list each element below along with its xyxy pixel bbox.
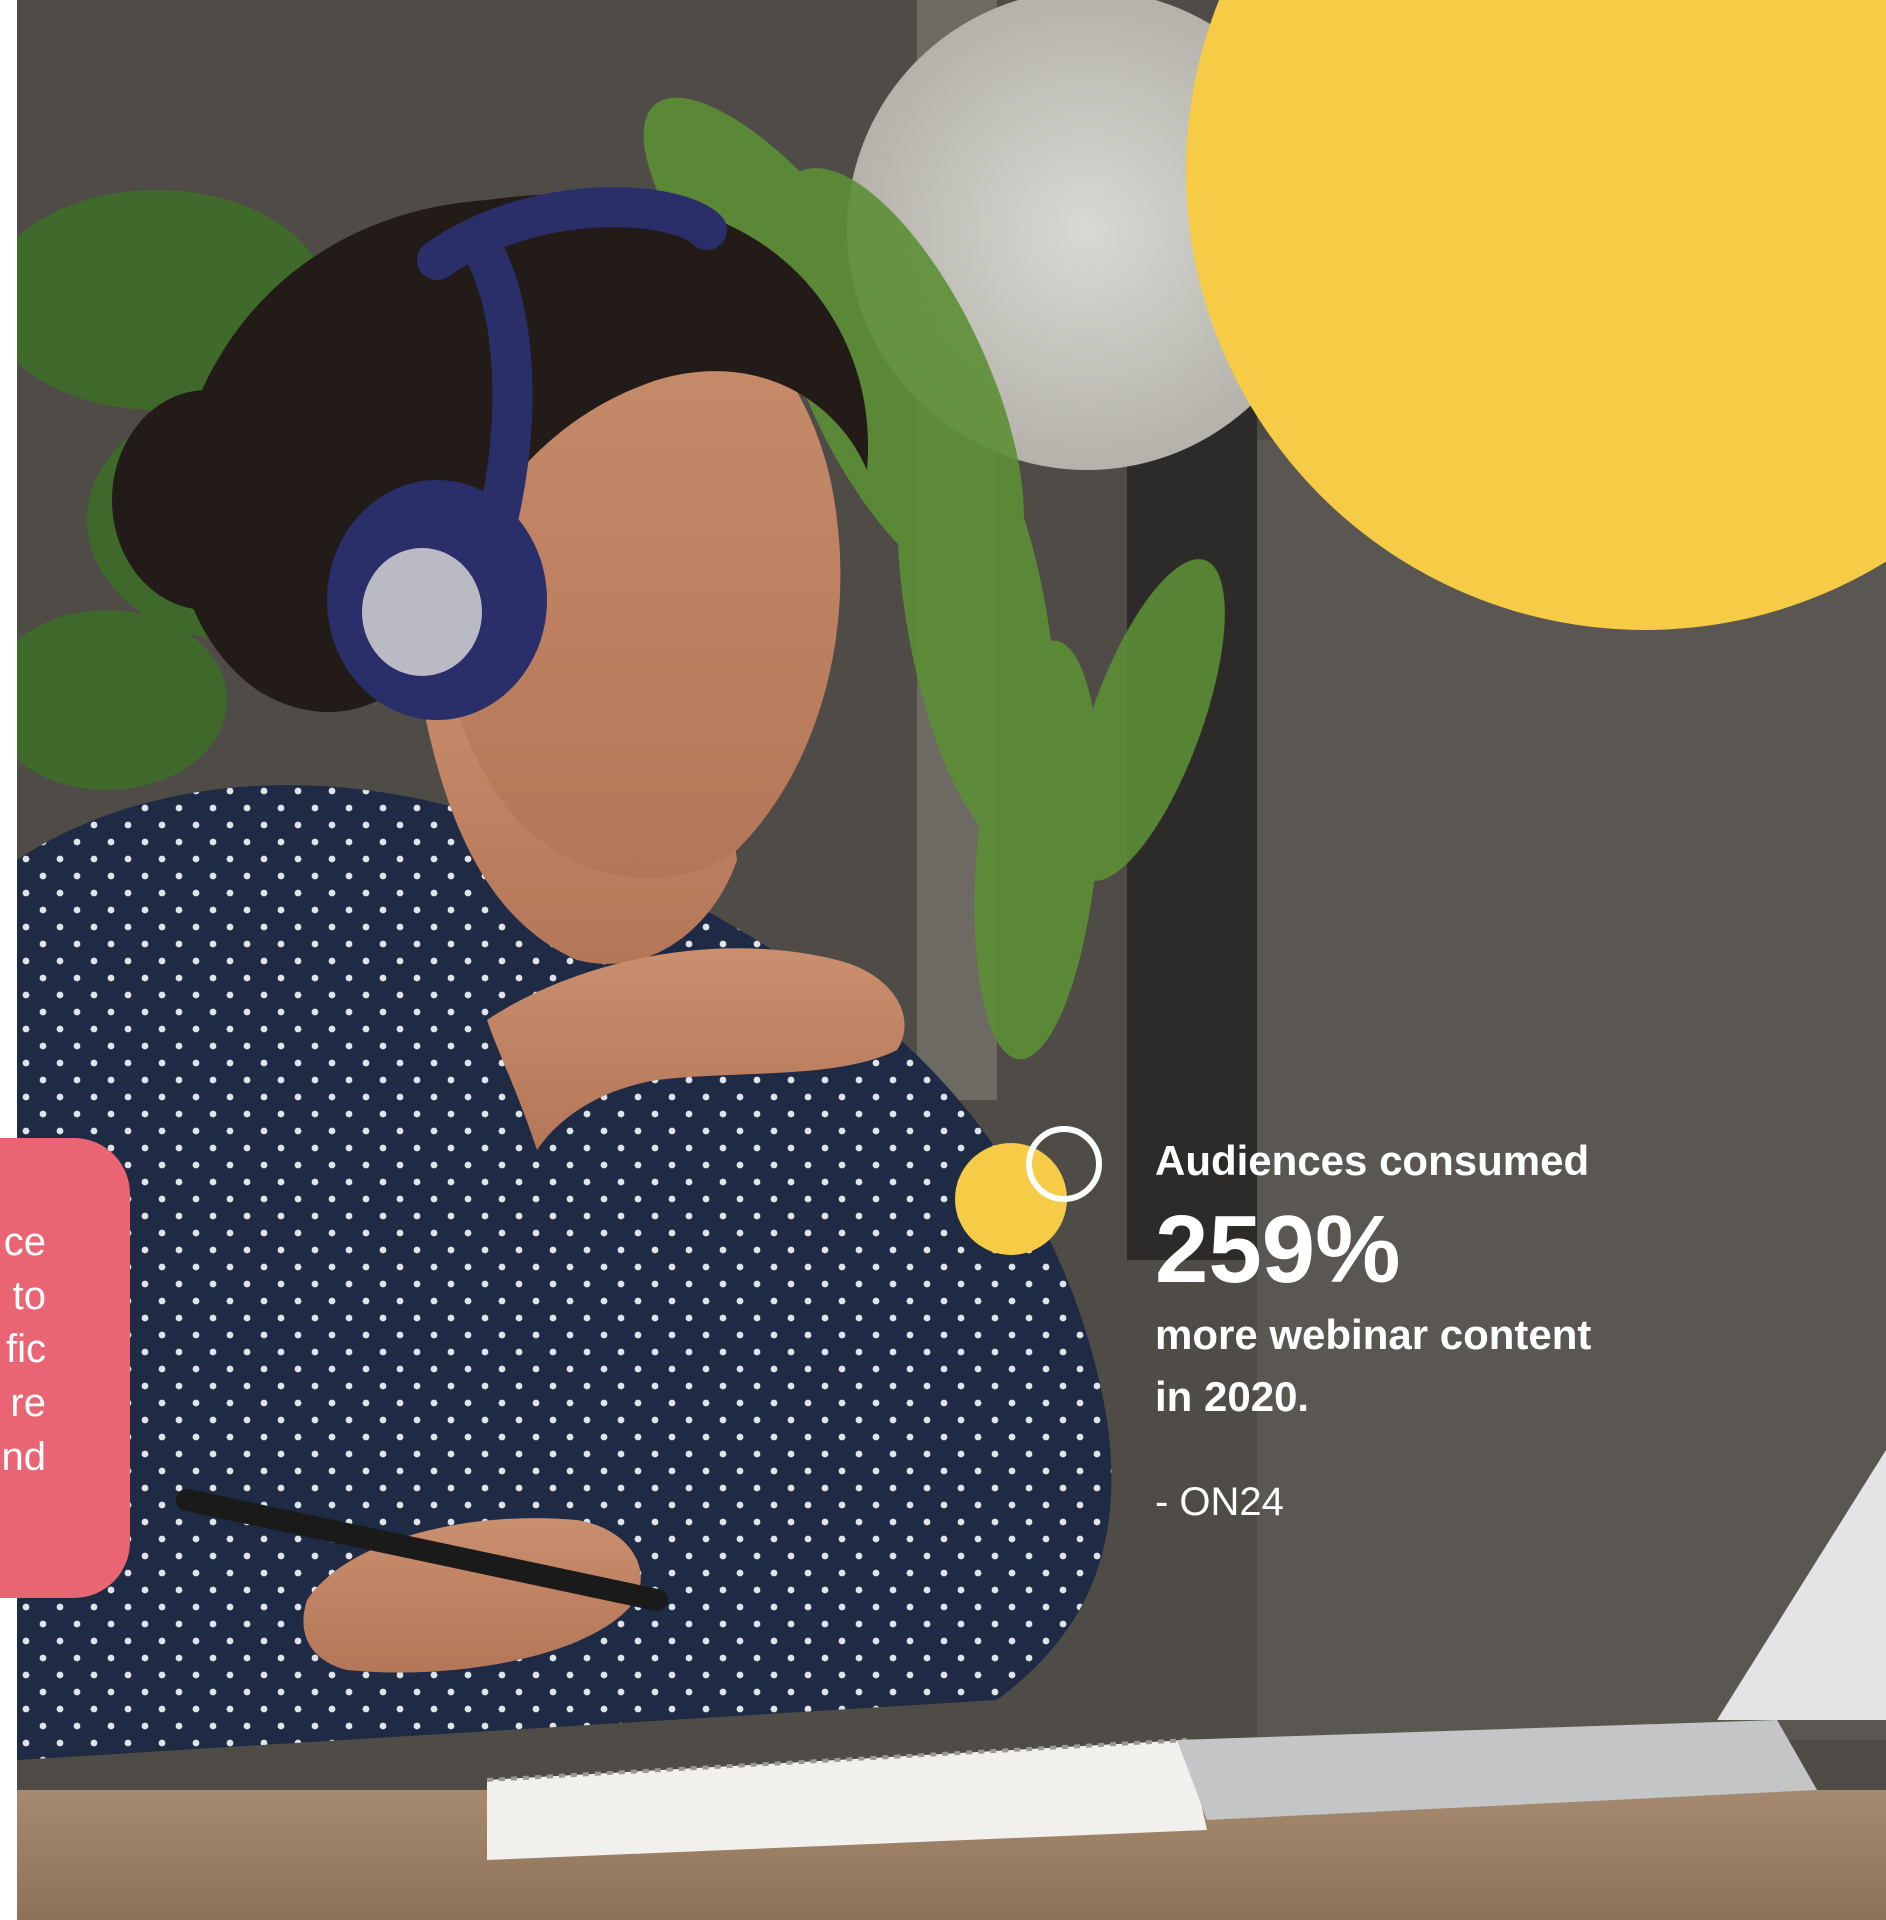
statistic-trail-text: more webinar content in 2020. [1155,1304,1715,1428]
side-info-card: ce to fic re nd [0,1138,130,1598]
side-card-line: fic [6,1327,46,1371]
ring-icon [1026,1126,1102,1202]
statistic-callout: Audiences consumed 259% more webinar con… [1155,1137,1715,1524]
side-card-line: re [10,1381,46,1425]
statistic-trail-line: in 2020. [1155,1373,1310,1420]
left-page-margin [0,0,17,1920]
statistic-trail-line: more webinar content [1155,1311,1592,1358]
statistic-figure: 259% [1155,1196,1401,1303]
statistic-lead-text: Audiences consumed [1155,1137,1590,1184]
infographic-page: ce to fic re nd Audiences consumed 259% … [0,0,1886,1920]
side-card-line: to [12,1274,46,1318]
side-card-line: ce [3,1220,46,1264]
statistic-source: - ON24 [1155,1480,1284,1524]
side-card-line: nd [1,1435,47,1479]
